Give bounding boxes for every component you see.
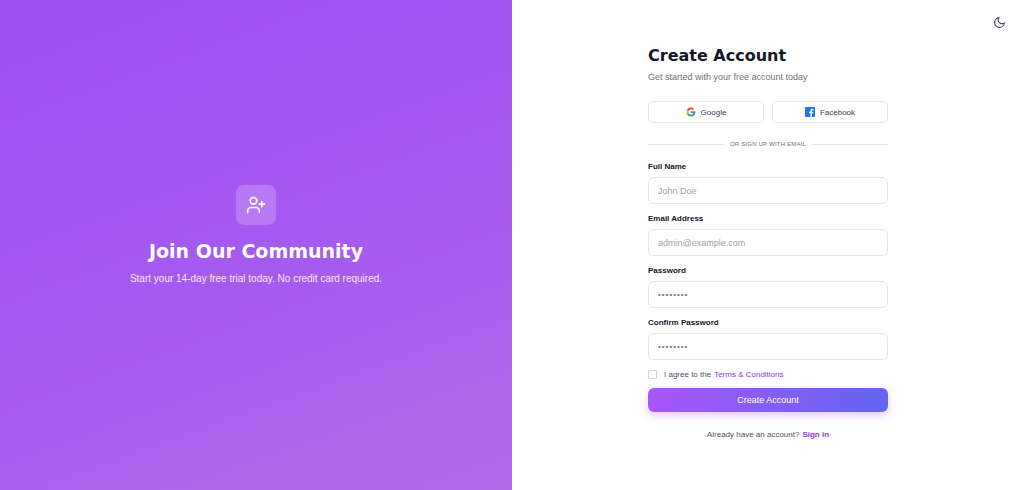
form-field: Password •••••••• <box>648 266 888 308</box>
form-title: Create Account <box>648 45 888 67</box>
terms-text: I agree to the <box>664 370 711 379</box>
text-input[interactable]: admin@example.com <box>648 229 888 256</box>
field-label: Confirm Password <box>648 318 888 328</box>
form-field: Email Address admin@example.com <box>648 214 888 256</box>
form-field: Confirm Password •••••••• <box>648 318 888 360</box>
signup-page: Join Our Community Start your 14-day free… <box>0 0 1024 490</box>
social-label: Google <box>701 108 727 117</box>
hero-subtitle: Start your 14-day free trial today. No c… <box>130 272 382 286</box>
form-fields: Full Name John Doe Email Address admin@exam… <box>648 162 888 360</box>
form-panel: Create Account Get started with your free… <box>512 0 1024 490</box>
terms-checkbox[interactable] <box>648 370 657 379</box>
social-label: Facebook <box>820 108 855 117</box>
hero-title: Join Our Community <box>149 239 363 263</box>
form-subtitle: Get started with your free account today <box>648 71 888 83</box>
field-label: Password <box>648 266 888 276</box>
text-input[interactable]: John Doe <box>648 177 888 204</box>
divider-line <box>648 144 724 145</box>
moon-icon[interactable] <box>993 16 1006 29</box>
field-label: Email Address <box>648 214 888 224</box>
divider: OR SIGN UP WITH EMAIL <box>648 139 888 149</box>
social-buttons: Google Facebook <box>648 101 888 123</box>
hero-panel: Join Our Community Start your 14-day free… <box>0 0 512 490</box>
social-button[interactable]: Facebook <box>772 101 888 123</box>
google-icon <box>686 107 696 117</box>
field-label: Full Name <box>648 162 888 172</box>
divider-text: OR SIGN UP WITH EMAIL <box>730 141 806 147</box>
form-field: Full Name John Doe <box>648 162 888 204</box>
text-input[interactable]: •••••••• <box>648 281 888 308</box>
divider-line <box>812 144 888 145</box>
create-account-button[interactable]: Create Account <box>648 388 888 412</box>
hero-icon-box <box>236 185 276 225</box>
signin-link[interactable]: Sign in <box>802 430 829 440</box>
text-input[interactable]: •••••••• <box>648 333 888 360</box>
signup-form: Create Account Get started with your free… <box>648 45 888 440</box>
user-plus-icon <box>246 195 266 215</box>
social-button[interactable]: Google <box>648 101 764 123</box>
terms-row: I agree to theTerms & Conditions <box>648 369 888 379</box>
terms-link[interactable]: Terms & Conditions <box>714 370 783 379</box>
facebook-icon <box>805 107 815 117</box>
signin-row: Already have an account?Sign in <box>648 430 888 440</box>
signin-text: Already have an account? <box>707 430 800 440</box>
top-bar <box>512 0 1024 30</box>
